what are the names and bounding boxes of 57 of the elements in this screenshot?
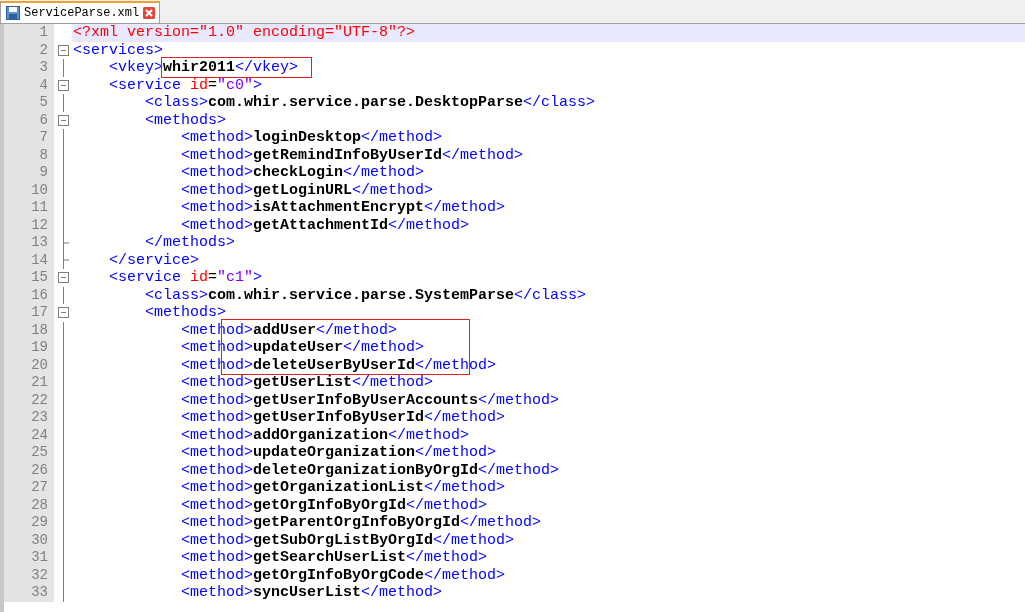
code-line: <methods>: [144, 304, 227, 322]
line-number: 33: [4, 584, 54, 602]
code-line: <method>getLoginURL</method>: [180, 181, 435, 199]
fold-line: [62, 286, 64, 304]
collapse-icon[interactable]: [57, 272, 69, 284]
code-line: <method>getAttachmentId</method>: [180, 216, 471, 234]
code-line: <method>getUserInfoByUserAccounts</method>: [180, 391, 561, 409]
line-number: 29: [4, 514, 54, 532]
line-number: 11: [4, 199, 54, 217]
code-line: <method>deleteOrganizationByOrgId</method>: [180, 461, 561, 479]
line-number: 1: [4, 24, 54, 42]
code-line: <method>syncUserList</method>: [180, 584, 444, 602]
collapse-icon[interactable]: [57, 114, 69, 126]
save-file-icon: [6, 6, 20, 20]
code-line: <method>isAttachmentEncrypt</method>: [180, 199, 507, 217]
code-line: <method>getOrgInfoByOrgId</method>: [180, 496, 489, 514]
line-number: 25: [4, 444, 54, 462]
line-number: 19: [4, 339, 54, 357]
code-line: <class>com.whir.service.parse.DesktopParse</class>: [144, 94, 597, 112]
line-number: 5: [4, 94, 54, 112]
code-line: <method>getRemindInfoByUserId</method>: [180, 146, 525, 164]
line-number: 17: [4, 304, 54, 322]
line-number: 27: [4, 479, 54, 497]
collapse-icon[interactable]: [57, 79, 69, 91]
code-line: <method>loginDesktop</method>: [180, 129, 444, 147]
file-tab[interactable]: ServiceParse.xml: [0, 1, 161, 23]
line-number: 7: [4, 129, 54, 147]
tab-label: ServiceParse.xml: [24, 6, 140, 20]
line-number: 13: [4, 234, 54, 252]
code-line: <method>getUserList</method>: [180, 374, 435, 392]
collapse-icon[interactable]: [57, 307, 69, 319]
fold-line: [62, 94, 64, 112]
line-number: 23: [4, 409, 54, 427]
code-line: <method>checkLogin</method>: [180, 164, 426, 182]
code-line: <service id="c0">: [108, 76, 264, 94]
line-number: 3: [4, 59, 54, 77]
collapse-icon[interactable]: [57, 44, 69, 56]
fold-line: [62, 59, 64, 77]
code-line: </service>: [108, 251, 200, 269]
code-line: <method>getOrgInfoByOrgCode</method>: [180, 566, 507, 584]
line-number: 21: [4, 374, 54, 392]
code-line: <service id="c1">: [108, 269, 264, 287]
code-line: <method>updateOrganization</method>: [180, 444, 498, 462]
code-line: <method>getUserInfoByUserId</method>: [180, 409, 507, 427]
code-line: </methods>: [144, 234, 236, 252]
code-line: <method>getParentOrgInfoByOrgId</method>: [180, 514, 543, 532]
line-number: 15: [4, 269, 54, 287]
code-line: <method>getSearchUserList</method>: [180, 549, 489, 567]
code-line: <class>com.whir.service.parse.SystemParse</class>: [144, 286, 588, 304]
code-line: <method>getSubOrgListByOrgId</method>: [180, 531, 516, 549]
code-line: <method>addOrganization</method>: [180, 426, 471, 444]
code-line: <methods>: [144, 111, 227, 129]
code-line: <services>: [72, 41, 164, 59]
line-number: 31: [4, 549, 54, 567]
close-icon[interactable]: [143, 7, 156, 19]
code-line: <method>getOrganizationList</method>: [180, 479, 507, 497]
line-number: 9: [4, 164, 54, 182]
